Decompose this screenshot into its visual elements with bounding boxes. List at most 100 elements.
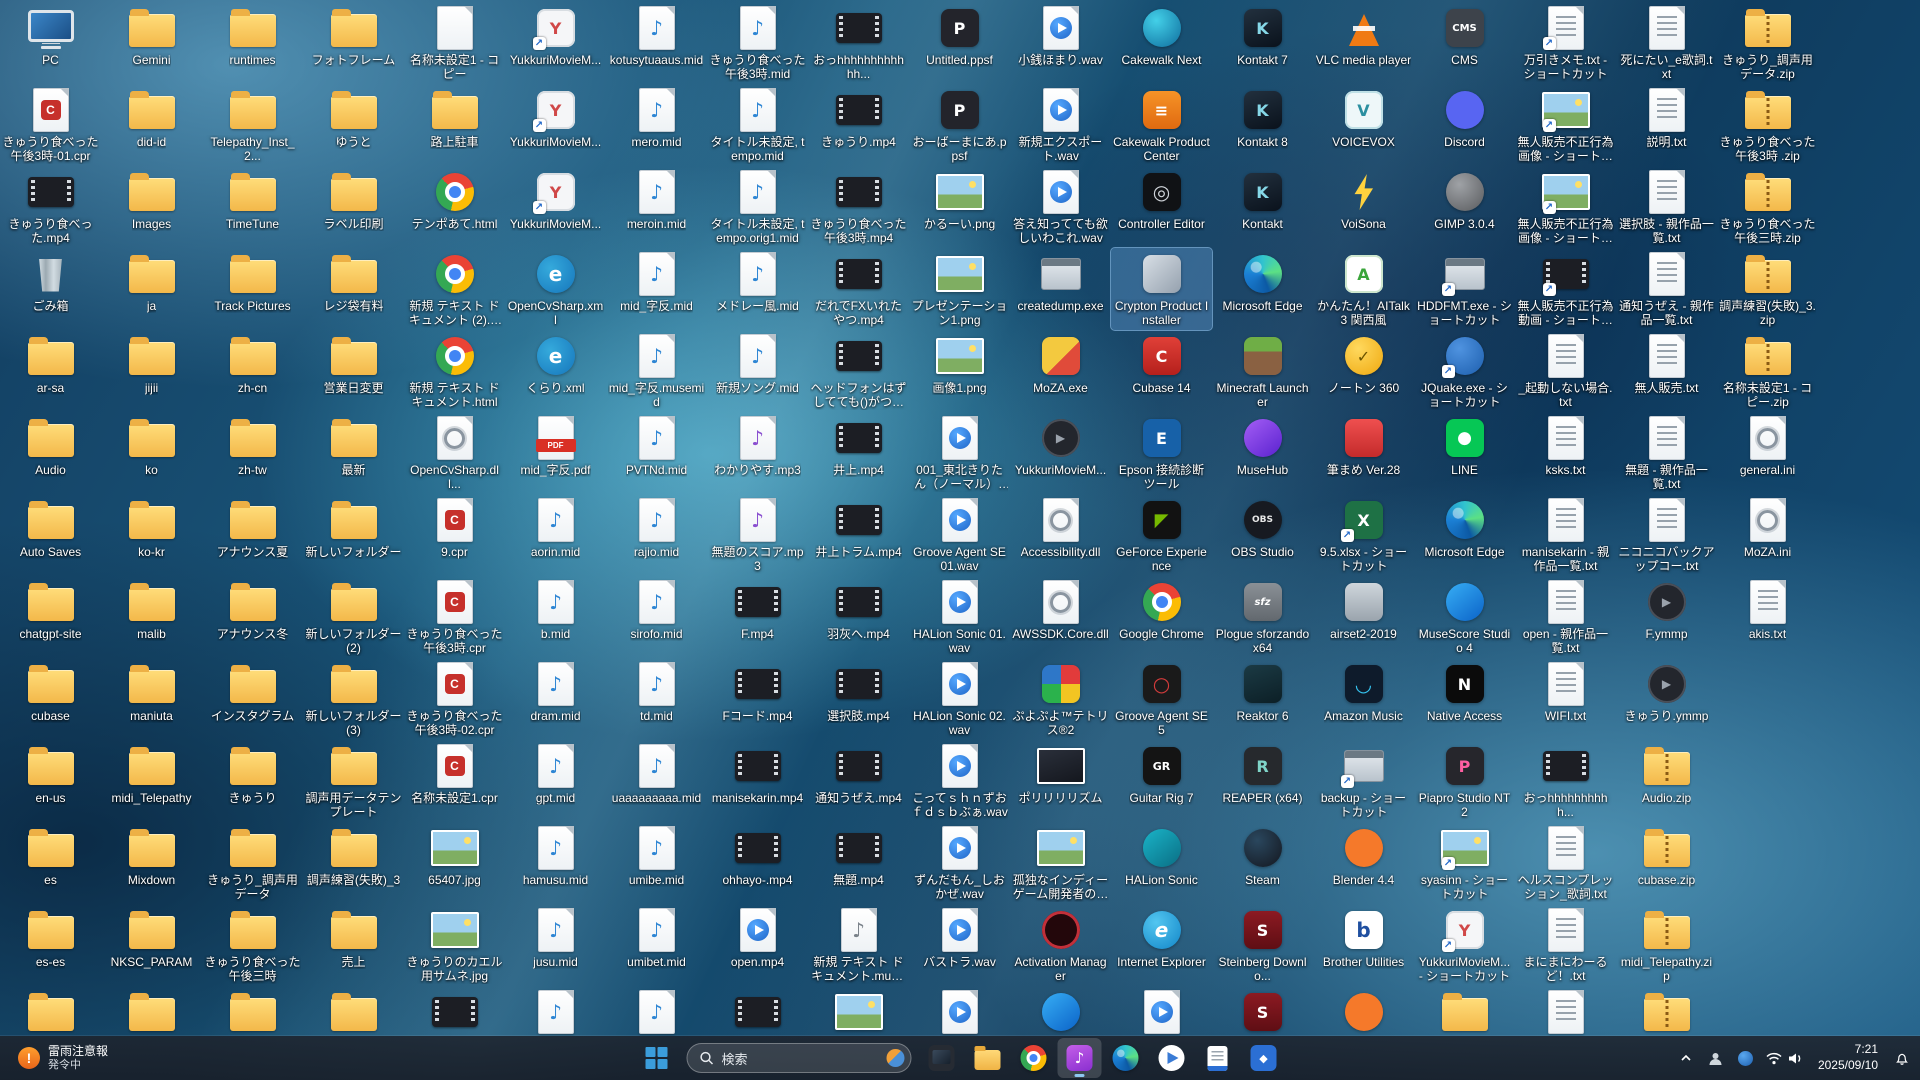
desktop-icon[interactable]: 新規エクスポート.wav [1010, 84, 1111, 166]
desktop-icon[interactable]: 通知うぜえ.mp4 [808, 740, 909, 822]
desktop-icon[interactable]: ≡ Cakewalk Product Center [1111, 84, 1212, 166]
desktop-icon[interactable]: ごみ箱 [0, 248, 101, 330]
desktop-icon[interactable]: 新しいフォルダー (3) [303, 658, 404, 740]
desktop-icon[interactable]: ♪ aorin.mid [505, 494, 606, 576]
desktop-icon[interactable]: Auto Saves [0, 494, 101, 576]
desktop-icon[interactable]: CMS CMS [1414, 2, 1515, 84]
taskbar-app-file-explorer[interactable] [966, 1038, 1010, 1078]
desktop-icon[interactable]: Discord [1414, 84, 1515, 166]
desktop-icon[interactable]: Crypton Product Installer [1110, 247, 1213, 331]
desktop-icon[interactable]: おっhhhhhhhhhhhh... [808, 2, 909, 84]
taskbar-app-blue-app[interactable]: ◆ [1242, 1038, 1286, 1078]
desktop-icon[interactable]: P おーばーまにあ.ppsf [909, 84, 1010, 166]
start-button[interactable] [635, 1038, 679, 1078]
desktop-icon[interactable]: ♪ タイトル未設定, tempo.orig1.mid [707, 166, 808, 248]
desktop-icon[interactable]: PC [0, 2, 101, 84]
desktop-icon[interactable]: open.mp4 [707, 904, 808, 986]
desktop-icon[interactable]: 井上トラム.mp4 [808, 494, 909, 576]
desktop-icon[interactable]: HALion Sonic [1111, 822, 1212, 904]
desktop-icon[interactable]: きゅうりのカエル用サムネ.jpg [404, 904, 505, 986]
tray-chat-icon[interactable] [1732, 1040, 1760, 1076]
desktop-icon[interactable]: ar-sa [0, 330, 101, 412]
desktop-icon[interactable]: ◤ GeForce Experience [1111, 494, 1212, 576]
desktop-icon[interactable]: ♪ きゅうり食べった午後3時.mid [707, 2, 808, 84]
desktop-icon[interactable]: createdump.exe [1010, 248, 1111, 330]
desktop-icon[interactable]: 小銭ほまり.wav [1010, 2, 1111, 84]
desktop-icon[interactable]: Images [101, 166, 202, 248]
desktop-icon[interactable]: NKSC_PARAM [101, 904, 202, 986]
desktop-icon[interactable]: ♪ sirofo.mid [606, 576, 707, 658]
desktop-icon[interactable]: ko [101, 412, 202, 494]
desktop-icon[interactable]: 無人販売.txt [1616, 330, 1717, 412]
desktop-icon[interactable]: midi_Telepathy.zip [1616, 904, 1717, 986]
desktop-icon[interactable]: C 名称未設定1.cpr [404, 740, 505, 822]
desktop-icon[interactable]: まにまにわーるど！.txt [1515, 904, 1616, 986]
widgets-button[interactable]: ! 雷雨注意報 発令中 [10, 1036, 116, 1080]
desktop-icon[interactable]: VLC media player [1313, 2, 1414, 84]
desktop-icon[interactable]: airset2-2019 [1313, 576, 1414, 658]
desktop-icon[interactable]: 孤独なインディーゲーム開発者の一生... [1010, 822, 1111, 904]
desktop-icon[interactable]: Fコード.mp4 [707, 658, 808, 740]
desktop-icon[interactable]: ksks.txt [1515, 412, 1616, 494]
desktop-icon[interactable]: ▶ F.ymmp [1616, 576, 1717, 658]
desktop-icon[interactable]: ♪ rajio.mid [606, 494, 707, 576]
desktop-icon[interactable]: おっhhhhhhhhhh... [1515, 740, 1616, 822]
desktop-icon[interactable]: ♪ meroin.mid [606, 166, 707, 248]
desktop-icon[interactable]: Blender 4.4 [1313, 822, 1414, 904]
desktop-icon[interactable]: b Brother Utilities [1313, 904, 1414, 986]
desktop-icon[interactable]: N Native Access [1414, 658, 1515, 740]
desktop-icon[interactable]: es-es [0, 904, 101, 986]
desktop-icon[interactable]: A かんたん！AITalk 3 関西風 [1313, 248, 1414, 330]
desktop-icon[interactable]: OpenCvSharp.dll... [404, 412, 505, 494]
desktop-icon[interactable]: ● LINE [1414, 412, 1515, 494]
desktop-icon[interactable]: きゅうり食べった午後3時.mp4 [808, 166, 909, 248]
desktop-icon[interactable]: 選択肢 - 親作品一覧.txt [1616, 166, 1717, 248]
desktop-icon[interactable]: Gemini [101, 2, 202, 84]
desktop-icon[interactable]: Audio [0, 412, 101, 494]
desktop-icon[interactable]: 路上駐車 [404, 84, 505, 166]
desktop-icon[interactable]: 羽灰へ.mp4 [808, 576, 909, 658]
desktop-icon[interactable]: E Epson 接続診断ツール [1111, 412, 1212, 494]
desktop-icon[interactable]: ♪ PVTNd.mid [606, 412, 707, 494]
desktop-icon[interactable]: OBS OBS Studio [1212, 494, 1313, 576]
desktop-icon[interactable]: ja [101, 248, 202, 330]
desktop-icon[interactable]: ko-kr [101, 494, 202, 576]
desktop-icon[interactable]: PDF mid_字反.pdf [505, 412, 606, 494]
desktop-icon[interactable]: Activation Manager [1010, 904, 1111, 986]
desktop-icon[interactable]: ↗ 万引きメモ.txt - ショートカット [1515, 2, 1616, 84]
desktop-icon[interactable]: e OpenCvSharp.xml [505, 248, 606, 330]
desktop-icon[interactable]: きゅうり食べった午後三時.zip [1717, 166, 1818, 248]
desktop-icon[interactable]: テンポあて.html [404, 166, 505, 248]
desktop-icon[interactable]: ♪ td.mid [606, 658, 707, 740]
desktop-icon[interactable]: akis.txt [1717, 576, 1818, 658]
taskbar-app-music-app[interactable]: ♪ [1057, 1038, 1102, 1078]
desktop-icon[interactable]: ゆうと [303, 84, 404, 166]
desktop-icon[interactable]: きゅうり.mp4 [808, 84, 909, 166]
desktop-icon[interactable]: 名称未設定1 - コピー [404, 2, 505, 84]
desktop-icon[interactable]: AWSSDK.Core.dll [1010, 576, 1111, 658]
desktop-icon[interactable]: ◎ Controller Editor [1111, 166, 1212, 248]
desktop-icon[interactable]: K Kontakt 8 [1212, 84, 1313, 166]
desktop-icon[interactable]: ♪新規 テキスト ドキュメント.musicxml [808, 904, 909, 986]
desktop-icon[interactable]: ♪ hamusu.mid [505, 822, 606, 904]
desktop-icon[interactable]: ▶ きゅうり.ymmp [1616, 658, 1717, 740]
desktop-icon[interactable]: cubase [0, 658, 101, 740]
desktop-icon[interactable]: ♪ 無題のスコア.mp3 [707, 494, 808, 576]
notification-bell-icon[interactable] [1888, 1040, 1916, 1076]
desktop-icon[interactable]: Y ↗ YukkuriMovieM... - ショートカット [1414, 904, 1515, 986]
tray-network-volume-button[interactable] [1762, 1040, 1808, 1076]
desktop-icon[interactable]: 筆まめ Ver.28 [1313, 412, 1414, 494]
desktop-icon[interactable]: manisekarin.mp4 [707, 740, 808, 822]
desktop-icon[interactable]: だれでFXいれたやつ.mp4 [808, 248, 909, 330]
desktop-icon[interactable]: C きゅうり食べった午後3時-01.cpr [0, 84, 101, 166]
desktop-icon[interactable]: ♪ mid_字反.musemid [606, 330, 707, 412]
desktop-icon[interactable]: HALion Sonic 01.wav [909, 576, 1010, 658]
desktop-icon[interactable]: S Steinberg Downlo... [1212, 904, 1313, 986]
desktop-icon[interactable]: ↗ syasinn - ショートカット [1414, 822, 1515, 904]
desktop-icon[interactable]: malib [101, 576, 202, 658]
desktop-icon[interactable]: Reaktor 6 [1212, 658, 1313, 740]
desktop-icon[interactable]: ♪ dram.mid [505, 658, 606, 740]
desktop-icon[interactable]: 営業日変更 [303, 330, 404, 412]
tray-chevron-up-icon[interactable] [1672, 1040, 1700, 1076]
desktop-icon[interactable]: C きゅうり食べった午後3時-02.cpr [404, 658, 505, 740]
